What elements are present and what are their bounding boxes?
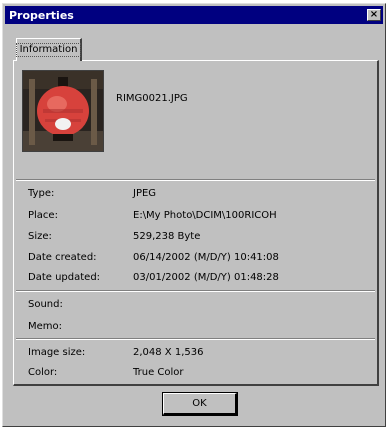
type-row: Type: JPEG	[28, 188, 368, 202]
tab-information-label: Information	[15, 43, 82, 57]
type-value: JPEG	[133, 188, 157, 199]
section-divider	[16, 179, 375, 181]
place-value: E:\My Photo\DCIM\100RICOH	[133, 210, 277, 221]
color-row: Color: True Color	[28, 367, 368, 381]
date-updated-row: Date updated: 03/01/2002 (M/D/Y) 01:48:2…	[28, 272, 368, 286]
sound-label: Sound:	[28, 299, 63, 310]
date-created-row: Date created: 06/14/2002 (M/D/Y) 10:41:0…	[28, 252, 368, 266]
file-name: RIMG0021.JPG	[116, 93, 188, 104]
title-bar[interactable]: Properties ×	[5, 6, 383, 24]
date-created-value: 06/14/2002 (M/D/Y) 10:41:08	[133, 252, 279, 263]
close-button[interactable]: ×	[367, 9, 381, 21]
memo-row: Memo:	[28, 321, 368, 335]
color-label: Color:	[28, 367, 58, 378]
sound-row: Sound:	[28, 299, 368, 313]
size-row: Size: 529,238 Byte	[28, 231, 368, 245]
ok-button[interactable]: OK	[162, 392, 238, 416]
tab-information[interactable]: Information	[15, 38, 82, 61]
lantern-photo-image	[23, 71, 103, 151]
size-value: 529,238 Byte	[133, 231, 201, 242]
image-size-value: 2,048 X 1,536	[133, 347, 204, 358]
close-icon: ×	[369, 9, 379, 20]
information-panel: RIMG0021.JPG Type: JPEG Place: E:\My Pho…	[13, 60, 379, 386]
section-divider	[16, 290, 375, 292]
memo-label: Memo:	[28, 321, 63, 332]
date-updated-value: 03/01/2002 (M/D/Y) 01:48:28	[133, 272, 279, 283]
size-label: Size:	[28, 231, 52, 242]
type-label: Type:	[28, 188, 55, 199]
dialog-title: Properties	[9, 8, 74, 22]
place-label: Place:	[28, 210, 58, 221]
section-divider	[16, 338, 375, 340]
image-size-row: Image size: 2,048 X 1,536	[28, 347, 368, 361]
date-updated-label: Date updated:	[28, 272, 101, 283]
photo-thumbnail	[22, 70, 104, 152]
place-row: Place: E:\My Photo\DCIM\100RICOH	[28, 210, 368, 224]
properties-dialog: Properties × Information RIMG0021.JPG Ty…	[2, 3, 386, 427]
image-size-label: Image size:	[28, 347, 86, 358]
color-value: True Color	[133, 367, 184, 378]
date-created-label: Date created:	[28, 252, 97, 263]
